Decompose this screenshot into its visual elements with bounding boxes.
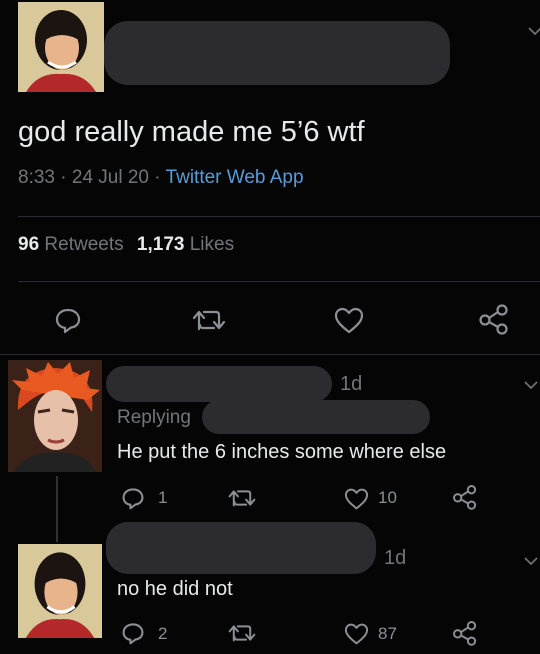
share-icon[interactable]: [478, 303, 510, 335]
reply-icon[interactable]: [54, 306, 82, 334]
meta-separator: ·: [60, 167, 67, 188]
reply-avatar[interactable]: [18, 544, 102, 638]
meta-separator: ·: [154, 167, 161, 188]
reply-text: no he did not: [117, 578, 233, 600]
reply-icon[interactable]: [121, 486, 145, 510]
retweet-icon[interactable]: [192, 307, 226, 333]
like-icon[interactable]: [344, 488, 369, 510]
divider: [18, 281, 540, 282]
likes-stat[interactable]: 1,173 Likes: [137, 234, 234, 255]
like-icon[interactable]: [334, 307, 364, 334]
engagement-stats: 96 Retweets 1,173 Likes: [18, 234, 234, 256]
more-chevron-icon[interactable]: [524, 556, 538, 566]
reply-timestamp: 1d: [384, 547, 407, 569]
retweets-label: Retweets: [44, 234, 124, 255]
main-tweet-avatar[interactable]: [18, 2, 104, 92]
divider: [18, 216, 540, 217]
likes-count: 1,173: [136, 234, 185, 255]
retweets-stat[interactable]: 96 Retweets: [18, 234, 129, 255]
like-count: 87: [378, 624, 397, 643]
divider: [0, 354, 540, 355]
reply-icon[interactable]: [121, 621, 145, 645]
more-chevron-icon[interactable]: [528, 26, 540, 36]
tweet-source-link[interactable]: Twitter Web App: [166, 167, 304, 188]
thread-line: [56, 476, 58, 542]
reply-avatar[interactable]: [8, 360, 102, 472]
retweet-icon[interactable]: [228, 487, 256, 509]
like-icon[interactable]: [344, 623, 369, 645]
reply-timestamp: 1d: [340, 373, 363, 395]
more-chevron-icon[interactable]: [524, 380, 538, 390]
tweet-date: 24 Jul 20: [71, 167, 149, 188]
replying-label: Replying: [117, 407, 191, 428]
tweet-text: god really made me 5’6 wtf: [18, 116, 365, 148]
share-icon[interactable]: [452, 484, 478, 510]
tweet-time: 8:33: [18, 167, 55, 188]
tweet-meta: 8:33 · 24 Jul 20 · Twitter Web App: [18, 167, 304, 189]
likes-label: Likes: [189, 234, 235, 255]
share-icon[interactable]: [452, 620, 478, 646]
redacted-username-bar: [106, 366, 332, 402]
reply-text: He put the 6 inches some where else: [117, 441, 447, 463]
like-count: 10: [378, 488, 397, 507]
redacted-username-bar: [104, 21, 450, 85]
redacted-handle-bar: [202, 400, 430, 434]
reply-count: 2: [158, 624, 168, 643]
retweets-count: 96: [18, 234, 40, 255]
retweet-icon[interactable]: [228, 622, 256, 644]
reply-count: 1: [158, 488, 168, 507]
redacted-username-bar: [106, 522, 376, 574]
